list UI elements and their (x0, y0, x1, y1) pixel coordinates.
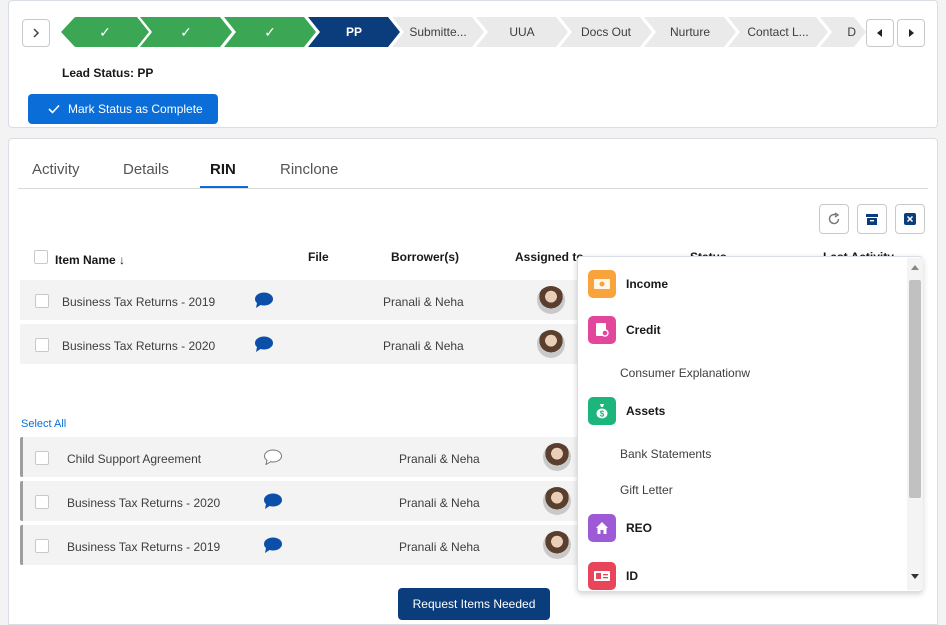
borrowers: Pranali & Neha (399, 540, 480, 554)
request-items-needed-button[interactable]: Request Items Needed (398, 588, 550, 620)
avatar (537, 286, 565, 314)
comment-filled-icon[interactable] (254, 336, 274, 352)
dropdown-category-reo[interactable]: REO (588, 514, 652, 542)
check-icon: ✓ (264, 23, 276, 40)
dropdown-category-income[interactable]: Income (588, 270, 668, 298)
dropdown-item-bank-statements[interactable]: Bank Statements (620, 447, 711, 461)
dropdown-item-gift-letter[interactable]: Gift Letter (620, 483, 673, 497)
item-name: Child Support Agreement (67, 452, 202, 466)
item-name: Business Tax Returns - 2019 (67, 540, 221, 554)
comment-filled-icon[interactable] (263, 493, 283, 509)
row-checkbox[interactable] (35, 495, 49, 509)
archive-icon (866, 214, 878, 225)
path-expand-button[interactable] (22, 19, 50, 47)
borrowers: Pranali & Neha (383, 295, 464, 309)
close-button[interactable] (895, 204, 925, 234)
item-name: Business Tax Returns - 2019 (62, 295, 216, 309)
comment-filled-icon[interactable] (263, 537, 283, 553)
path-step-submitted[interactable]: Submitte... (392, 17, 484, 47)
row-checkbox[interactable] (35, 539, 49, 553)
dropdown-item-consumer-explanation[interactable]: Consumer Explanationw (620, 366, 750, 380)
check-icon: ✓ (99, 23, 111, 40)
dropdown-category-id[interactable]: ID (588, 562, 638, 590)
select-all-link[interactable]: Select All (21, 418, 66, 430)
check-icon (48, 104, 60, 114)
tab-rinclone[interactable]: Rinclone (280, 161, 338, 178)
column-header-assigned-to: Assigned to (515, 250, 584, 264)
dropdown-scrollbar-thumb[interactable] (909, 280, 921, 498)
column-header-borrowers: Borrower(s) (391, 250, 460, 264)
check-icon: ✓ (180, 23, 192, 40)
path-step-2[interactable]: ✓ (140, 17, 232, 47)
path-scroll-right-button[interactable] (897, 19, 925, 47)
money-icon (588, 270, 616, 298)
avatar (543, 487, 571, 515)
comment-outline-icon[interactable] (263, 449, 283, 465)
avatar (543, 443, 571, 471)
avatar (537, 330, 565, 358)
triangle-right-icon (909, 29, 914, 37)
triangle-left-icon (877, 29, 882, 37)
close-icon (904, 213, 916, 225)
path-step-1[interactable]: ✓ (61, 17, 149, 47)
archive-button[interactable] (857, 204, 887, 234)
path-step-nurture[interactable]: Nurture (644, 17, 736, 47)
column-header-item-name[interactable]: Item Name ↓ (55, 253, 125, 267)
id-card-icon (588, 562, 616, 590)
money-bag-icon: $ (588, 397, 616, 425)
scroll-down-icon[interactable] (910, 573, 920, 581)
lead-status: Lead Status: PP (62, 66, 154, 80)
select-all-checkbox[interactable] (34, 250, 48, 264)
row-checkbox[interactable] (35, 451, 49, 465)
row-checkbox[interactable] (35, 338, 49, 352)
tabs-divider (18, 188, 928, 189)
path-step-uua[interactable]: UUA (476, 17, 568, 47)
mark-status-complete-button[interactable]: Mark Status as Complete (28, 94, 218, 124)
row-checkbox[interactable] (35, 294, 49, 308)
path-step-3[interactable]: ✓ (224, 17, 316, 47)
scroll-up-icon[interactable] (910, 263, 920, 271)
borrowers: Pranali & Neha (399, 496, 480, 510)
path-step-current[interactable]: PP (308, 17, 400, 47)
comment-filled-icon[interactable] (254, 292, 274, 308)
item-name: Business Tax Returns - 2020 (62, 339, 216, 353)
tab-activity[interactable]: Activity (32, 161, 80, 178)
tab-details[interactable]: Details (123, 161, 169, 178)
refresh-icon (828, 212, 840, 225)
dropdown-category-credit[interactable]: Credit (588, 316, 661, 344)
borrowers: Pranali & Neha (383, 339, 464, 353)
path-step-docs-out[interactable]: Docs Out (560, 17, 652, 47)
avatar (543, 531, 571, 559)
active-tab-indicator (200, 186, 248, 188)
house-icon (588, 514, 616, 542)
path-scroll-left-button[interactable] (866, 19, 894, 47)
path-step-contact[interactable]: Contact L... (728, 17, 828, 47)
column-header-file: File (308, 250, 329, 264)
item-name: Business Tax Returns - 2020 (67, 496, 221, 510)
credit-report-icon (588, 316, 616, 344)
svg-text:$: $ (600, 410, 605, 419)
tab-rin[interactable]: RIN (210, 161, 236, 178)
borrowers: Pranali & Neha (399, 452, 480, 466)
dropdown-category-assets[interactable]: $ Assets (588, 397, 665, 425)
chevron-right-icon (33, 28, 40, 38)
refresh-button[interactable] (819, 204, 849, 234)
